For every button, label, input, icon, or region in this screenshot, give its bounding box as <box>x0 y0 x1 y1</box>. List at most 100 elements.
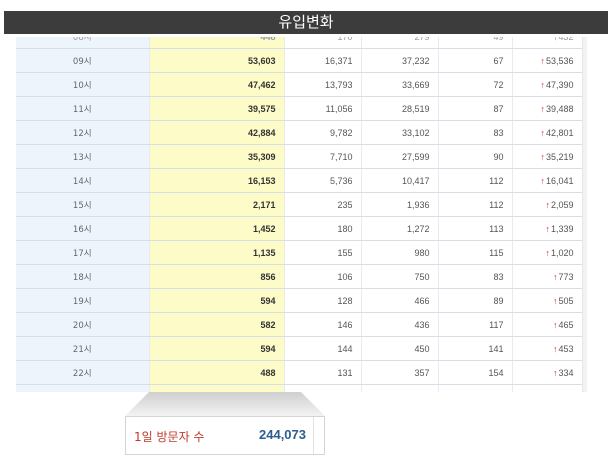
hour-cell: 12시 <box>16 120 150 145</box>
table-row: 09시 53,603 16,371 37,232 67 ↑53,536 <box>16 48 582 73</box>
col4-cell: 466 <box>361 288 439 313</box>
col3-cell: 128 <box>284 288 362 313</box>
visits-cell: 488 <box>149 360 285 385</box>
visits-cell: 42,884 <box>149 120 285 145</box>
col5-cell: 83 <box>438 264 513 289</box>
col4-cell: 1,272 <box>361 216 439 241</box>
visits-cell: 594 <box>149 336 285 361</box>
visits-cell: 53,603 <box>149 48 285 73</box>
col5-cell: 112 <box>438 192 513 217</box>
table-row-partial: 08시44817027949↑432 <box>16 37 582 49</box>
col5-cell: 154 <box>438 360 513 385</box>
table-row: 22시 488 131 357 154 ↑334 <box>16 360 582 385</box>
visits-cell: 2,171 <box>149 192 285 217</box>
change-cell: ↑1,020 <box>512 240 582 265</box>
table-row: 17시 1,135 155 980 115 ↑1,020 <box>16 240 582 265</box>
up-arrow-icon: ↑ <box>553 37 558 42</box>
hour-cell: 08시 <box>16 37 150 49</box>
table-scroll-edge <box>583 37 587 392</box>
col3-cell: 11,056 <box>284 96 362 121</box>
col4-cell: 27,599 <box>361 144 439 169</box>
up-arrow-icon: ↑ <box>552 271 558 282</box>
change-value: 16,041 <box>545 175 574 186</box>
up-arrow-icon: ↑ <box>540 151 545 162</box>
col3-cell: 170 <box>284 37 362 49</box>
visits-cell: 16,153 <box>149 168 285 193</box>
up-arrow-icon: ↑ <box>552 343 558 354</box>
col5-cell: 113 <box>438 216 513 241</box>
col4-cell: 279 <box>361 37 439 49</box>
change-cell: ↑35,219 <box>512 144 582 169</box>
table-row: 15시 2,171 235 1,936 112 ↑2,059 <box>16 192 582 217</box>
up-arrow-icon: ↑ <box>553 392 558 393</box>
hour-cell: 18시 <box>16 264 150 289</box>
table-row: 12시 42,884 9,782 33,102 83 ↑42,801 <box>16 120 582 145</box>
col4-cell: 37,232 <box>361 48 439 73</box>
hourly-stats-table: 08시44817027949↑43209시53,60316,37137,2326… <box>16 37 582 392</box>
change-value: 330 <box>558 392 573 393</box>
hourly-stats-table-body: 08시44817027949↑43209시53,60316,37137,2326… <box>16 37 582 392</box>
up-arrow-icon: ↑ <box>552 295 558 306</box>
up-arrow-icon: ↑ <box>540 127 545 138</box>
change-cell: ↑1,339 <box>512 216 582 241</box>
col5-cell: 49 <box>438 37 513 49</box>
col3-cell: 180 <box>284 216 362 241</box>
col4-cell: 339 <box>361 384 439 392</box>
up-arrow-icon: ↑ <box>545 199 550 210</box>
visits-cell: 35,309 <box>149 144 285 169</box>
daily-visitors-value: 244,073 <box>259 427 306 442</box>
change-cell: ↑47,390 <box>512 72 582 97</box>
hourly-stats-table-viewport: 08시44817027949↑43209시53,60316,37137,2326… <box>16 37 583 392</box>
col4-cell: 1,936 <box>361 192 439 217</box>
change-cell: ↑465 <box>512 312 582 337</box>
col5-cell: 117 <box>438 312 513 337</box>
col4-cell: 980 <box>361 240 439 265</box>
col5-cell: 83 <box>438 120 513 145</box>
hour-cell: 17시 <box>16 240 150 265</box>
visits-cell: 443 <box>149 384 285 392</box>
change-value: 334 <box>558 367 574 378</box>
col4-cell: 28,519 <box>361 96 439 121</box>
col3-cell: 106 <box>284 264 362 289</box>
col3-cell: 5,736 <box>284 168 362 193</box>
col3-cell: 104 <box>284 384 362 392</box>
hour-cell: 20시 <box>16 312 150 337</box>
table-row: 19시 594 128 466 89 ↑505 <box>16 288 582 313</box>
change-value: 1,339 <box>550 223 574 234</box>
table-row: 18시 856 106 750 83 ↑773 <box>16 264 582 289</box>
col5-cell: 89 <box>438 288 513 313</box>
up-arrow-icon: ↑ <box>545 223 550 234</box>
col3-cell: 131 <box>284 360 362 385</box>
change-value: 2,059 <box>550 199 574 210</box>
change-value: 773 <box>558 271 574 282</box>
change-value: 1,020 <box>550 247 574 258</box>
hour-cell: 13시 <box>16 144 150 169</box>
table-row: 11시 39,575 11,056 28,519 87 ↑39,488 <box>16 96 582 121</box>
col5-cell: 90 <box>438 144 513 169</box>
daily-visitors-callout: 1일 방문자 수 244,073 <box>125 416 325 455</box>
table-row: 14시 16,153 5,736 10,417 112 ↑16,041 <box>16 168 582 193</box>
hour-cell: 23시 <box>16 384 150 392</box>
visits-cell: 582 <box>149 312 285 337</box>
col3-cell: 155 <box>284 240 362 265</box>
change-value: 505 <box>558 295 574 306</box>
col4-cell: 33,669 <box>361 72 439 97</box>
up-arrow-icon: ↑ <box>545 247 550 258</box>
col3-cell: 16,371 <box>284 48 362 73</box>
change-cell: ↑39,488 <box>512 96 582 121</box>
visits-cell: 448 <box>149 37 285 49</box>
change-cell: ↑432 <box>512 37 582 49</box>
col3-cell: 7,710 <box>284 144 362 169</box>
hour-cell: 09시 <box>16 48 150 73</box>
change-cell: ↑330 <box>512 384 582 393</box>
up-arrow-icon: ↑ <box>540 55 545 66</box>
col3-cell: 9,782 <box>284 120 362 145</box>
hour-cell: 15시 <box>16 192 150 217</box>
change-value: 432 <box>558 37 573 42</box>
visits-cell: 856 <box>149 264 285 289</box>
col4-cell: 10,417 <box>361 168 439 193</box>
section-title-bar: 유입변화 <box>4 11 608 34</box>
hour-cell: 22시 <box>16 360 150 385</box>
up-arrow-icon: ↑ <box>552 367 558 378</box>
change-cell: ↑2,059 <box>512 192 582 217</box>
